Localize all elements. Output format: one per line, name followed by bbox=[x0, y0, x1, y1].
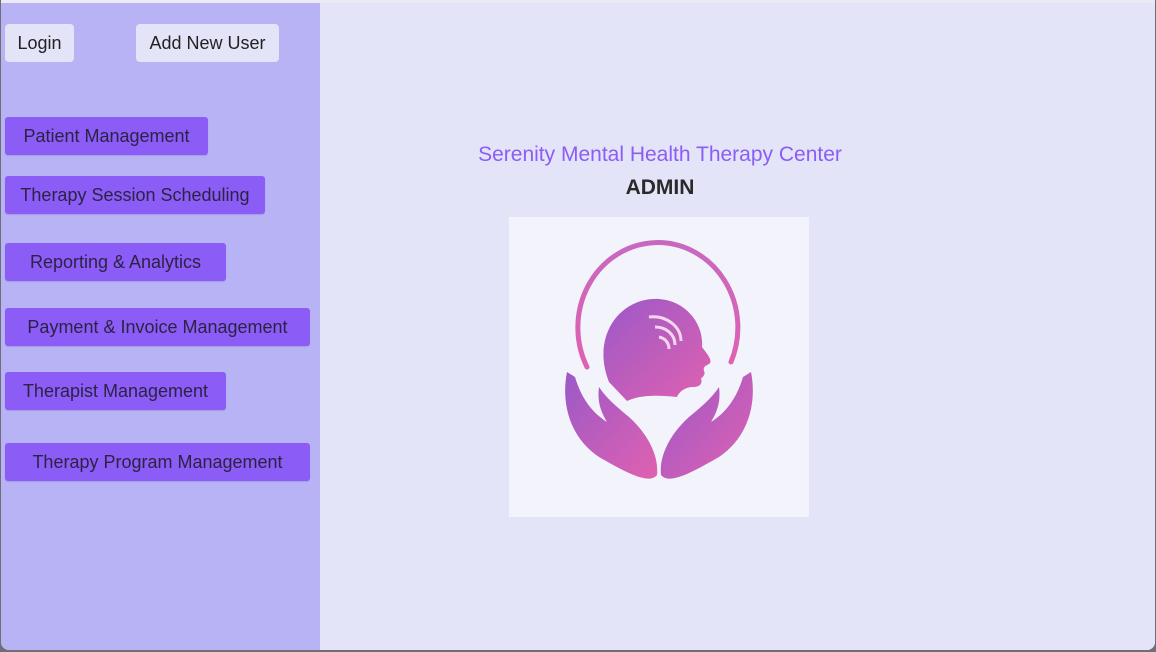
app-window: Login Add New User Patient Management Th… bbox=[1, 0, 1155, 650]
nav-reporting-analytics-button[interactable]: Reporting & Analytics bbox=[5, 243, 226, 281]
add-new-user-button[interactable]: Add New User bbox=[136, 24, 279, 62]
nav-payment-invoice-management-button[interactable]: Payment & Invoice Management bbox=[5, 308, 310, 346]
nav-therapist-management-button[interactable]: Therapist Management bbox=[5, 372, 226, 410]
logo-panel bbox=[509, 217, 809, 517]
head-in-hands-logo-icon bbox=[565, 240, 753, 479]
role-label: ADMIN bbox=[625, 176, 695, 199]
sidebar: Login Add New User Patient Management Th… bbox=[1, 3, 320, 650]
nav-therapy-program-management-button[interactable]: Therapy Program Management bbox=[5, 443, 310, 481]
nav-patient-management-button[interactable]: Patient Management bbox=[5, 117, 208, 155]
nav-therapy-session-scheduling-button[interactable]: Therapy Session Scheduling bbox=[5, 176, 265, 214]
login-button[interactable]: Login bbox=[5, 24, 74, 62]
main-content: Serenity Mental Health Therapy Center AD… bbox=[320, 3, 1155, 650]
center-title: Serenity Mental Health Therapy Center bbox=[478, 143, 842, 166]
